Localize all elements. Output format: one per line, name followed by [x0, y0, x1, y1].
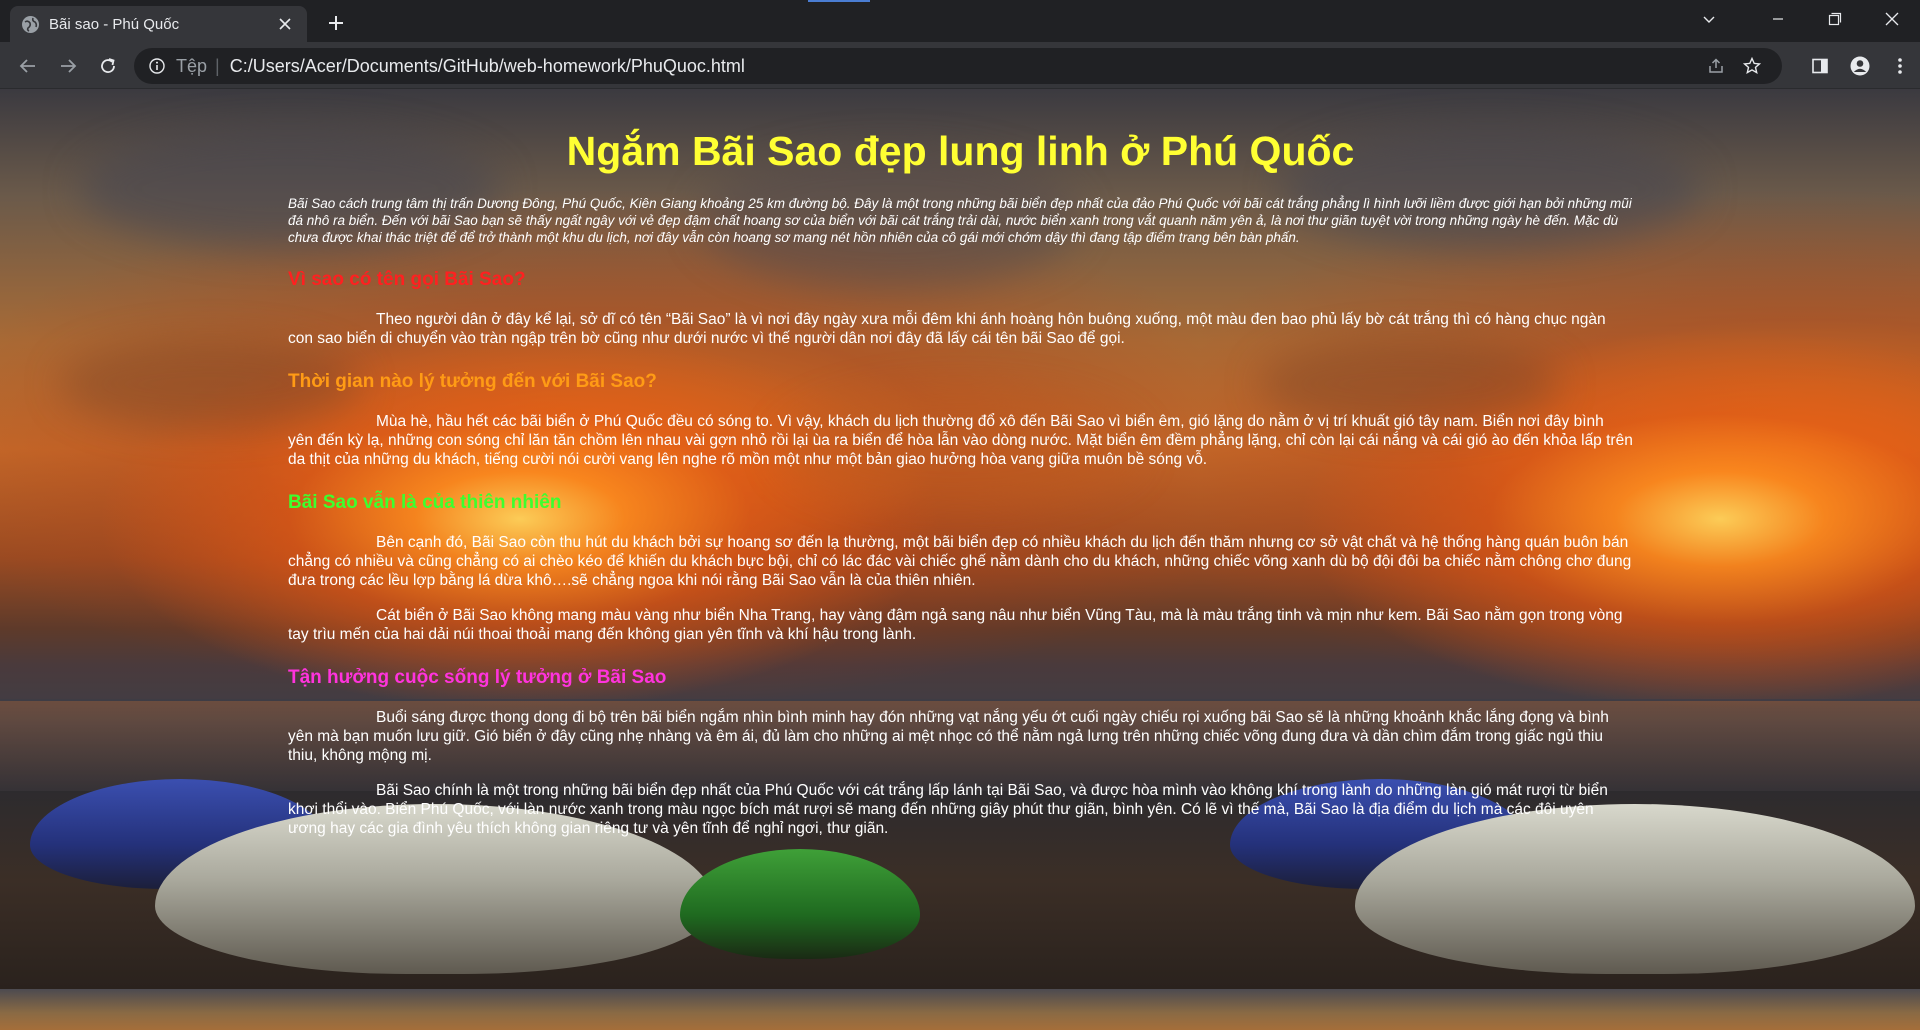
- window-controls: [1680, 0, 1920, 38]
- section-heading-nature: Bãi Sao vẫn là của thiên nhiên: [288, 492, 562, 513]
- section-heading-enjoy-life: Tận hưởng cuộc sống lý tưởng ở Bãi Sao: [288, 667, 667, 688]
- minimize-button[interactable]: [1749, 0, 1806, 38]
- side-panel-icon[interactable]: [1800, 48, 1840, 84]
- article: Ngắm Bãi Sao đẹp lung linh ở Phú Quốc Bã…: [288, 89, 1633, 838]
- tab-strip-accent: [808, 0, 870, 2]
- restore-icon: [1828, 12, 1841, 26]
- section-paragraph: Bên cạnh đó, Bãi Sao còn thu hút du khác…: [288, 534, 1632, 589]
- close-icon: [1885, 12, 1898, 26]
- background-bottom-repeat: [0, 989, 1920, 1030]
- plus-icon: [329, 16, 343, 30]
- minimize-icon: [1772, 18, 1783, 20]
- section-paragraph: Bãi Sao chính là một trong những bãi biể…: [288, 782, 1608, 837]
- address-bar[interactable]: Tệp | C:/Users/Acer/Documents/GitHub/web…: [134, 48, 1782, 84]
- share-icon[interactable]: [1698, 48, 1734, 84]
- section-paragraph: Theo người dân ở đây kể lại, sở dĩ có tê…: [288, 311, 1606, 347]
- more-menu-icon[interactable]: [1880, 48, 1920, 84]
- toolbar-actions: [1800, 48, 1920, 84]
- section-paragraph: Buổi sáng được thong dong đi bộ trên bãi…: [288, 709, 1609, 764]
- address-bar-actions: [1698, 48, 1770, 84]
- section-paragraph: Cát biển ở Bãi Sao không mang màu vàng n…: [288, 607, 1623, 643]
- intro-paragraph: Bãi Sao cách trung tâm thị trấn Dương Đô…: [288, 196, 1632, 245]
- url-separator: |: [215, 55, 220, 76]
- globe-icon: [22, 15, 39, 33]
- profile-avatar-icon[interactable]: [1840, 48, 1880, 84]
- info-icon[interactable]: [148, 57, 166, 75]
- section-paragraph: Mùa hè, hầu hết các bãi biển ở Phú Quốc …: [288, 413, 1633, 468]
- tab-title: Bãi sao - Phú Quốc: [49, 15, 180, 33]
- arrow-right-icon: [61, 59, 77, 73]
- restore-button[interactable]: [1806, 0, 1863, 38]
- section-heading-name-origin: Vì sao có tên gọi Bãi Sao?: [288, 269, 526, 290]
- browser-tab[interactable]: Bãi sao - Phú Quốc: [10, 6, 307, 42]
- section-heading-best-time: Thời gian nào lý tưởng đến với Bãi Sao?: [288, 371, 657, 392]
- file-scheme-label: Tệp: [176, 55, 208, 76]
- page-title: Ngắm Bãi Sao đẹp lung linh ở Phú Quốc: [566, 128, 1355, 174]
- close-window-button[interactable]: [1863, 0, 1920, 38]
- reload-icon: [101, 58, 115, 73]
- bookmark-star-icon[interactable]: [1734, 48, 1770, 84]
- chevron-down-icon: [1703, 16, 1714, 23]
- page-viewport[interactable]: Ngắm Bãi Sao đẹp lung linh ở Phú Quốc Bã…: [0, 89, 1920, 1030]
- reload-button[interactable]: [92, 50, 124, 82]
- new-tab-button[interactable]: [322, 9, 350, 37]
- url-text[interactable]: C:/Users/Acer/Documents/GitHub/web-homew…: [230, 56, 745, 77]
- tab-search-button[interactable]: [1680, 0, 1737, 38]
- browser-toolbar: Tệp | C:/Users/Acer/Documents/GitHub/web…: [0, 42, 1920, 89]
- back-button[interactable]: [12, 50, 44, 82]
- forward-button[interactable]: [52, 50, 84, 82]
- close-tab-icon[interactable]: [275, 14, 295, 34]
- tab-strip: Bãi sao - Phú Quốc: [0, 0, 1920, 42]
- arrow-left-icon: [19, 59, 35, 73]
